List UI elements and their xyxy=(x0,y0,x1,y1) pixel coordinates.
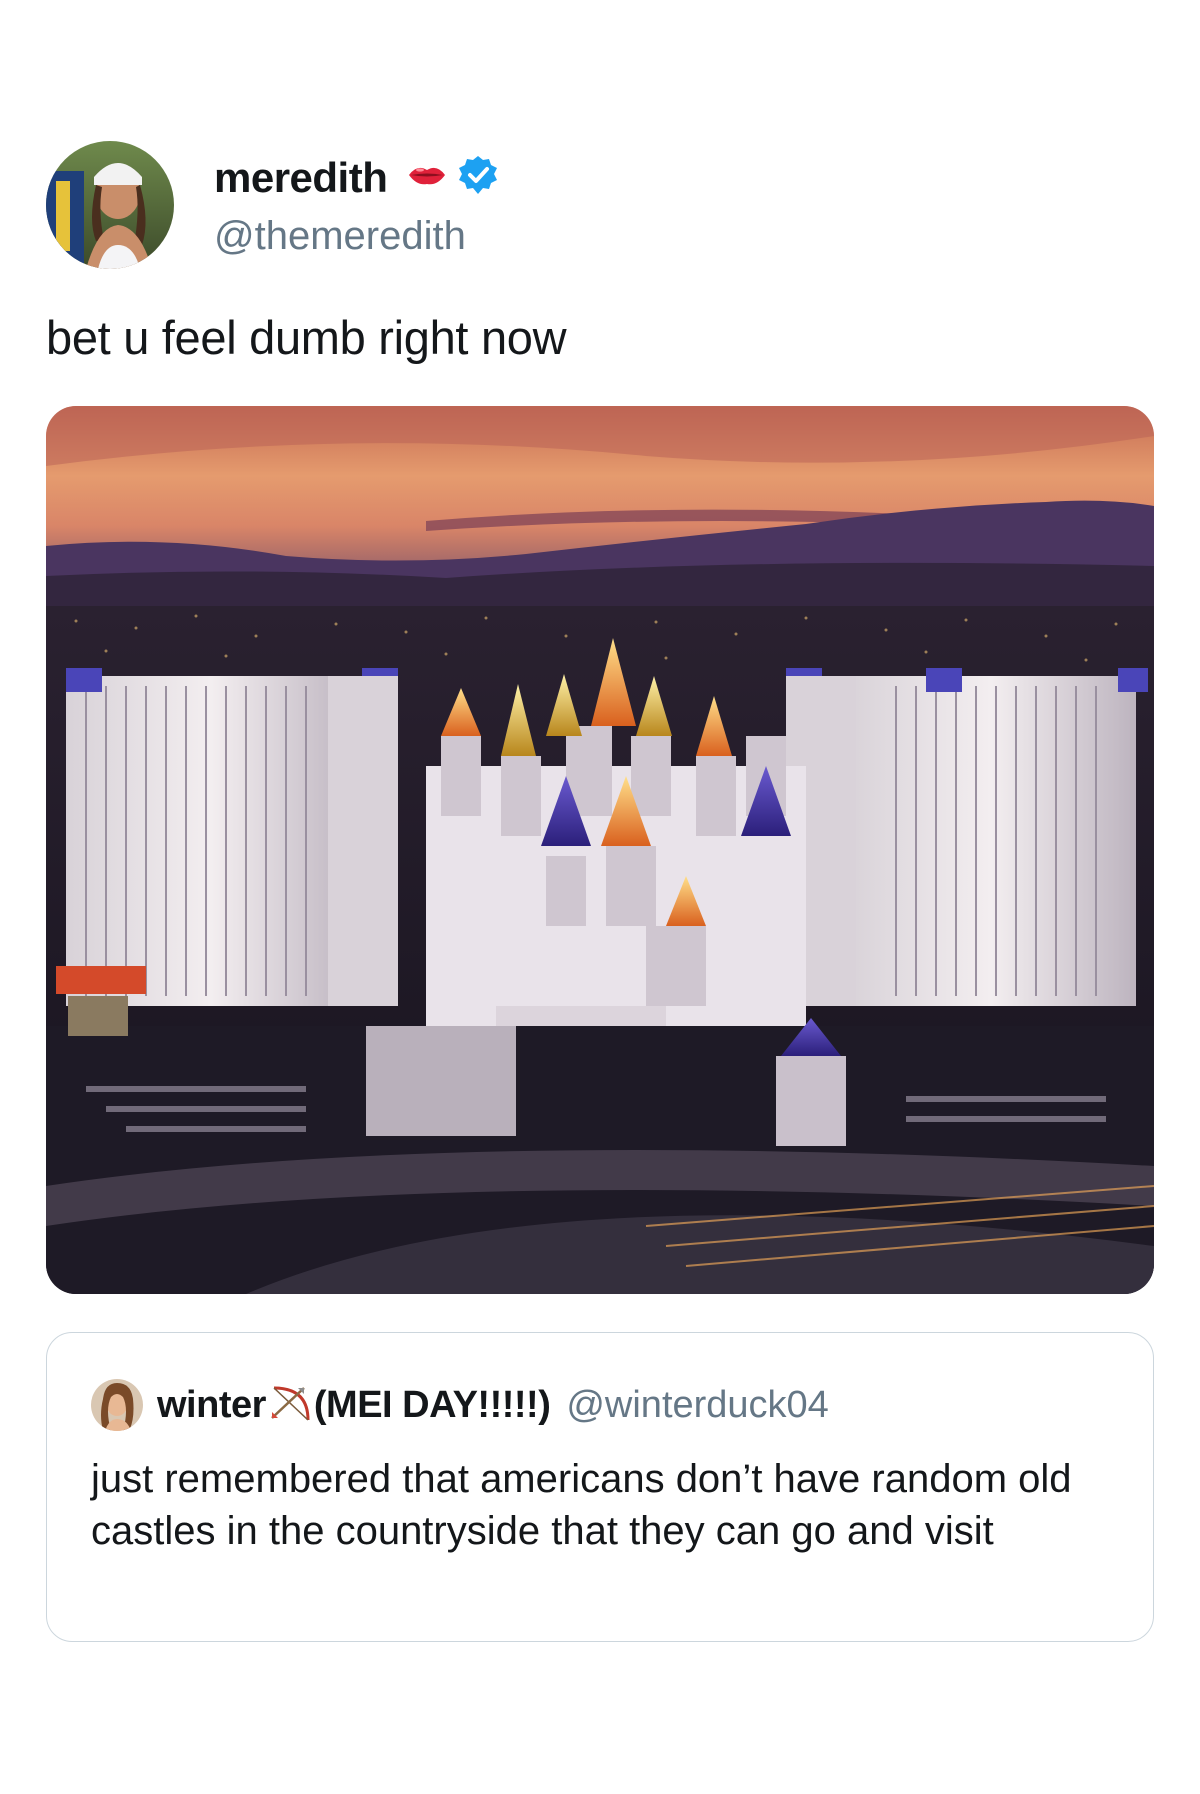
tweet-text: bet u feel dumb right now xyxy=(46,311,567,364)
author-name-row: meredith xyxy=(214,152,499,204)
quoted-author-handle[interactable]: @winterduck04 xyxy=(566,1384,828,1427)
lips-icon xyxy=(407,162,447,193)
tweet-header: meredith @themeredith xyxy=(46,140,1154,270)
quoted-author-avatar[interactable] xyxy=(91,1379,143,1431)
author-avatar[interactable] xyxy=(46,141,174,269)
bow-and-arrow-icon xyxy=(268,1382,312,1429)
quoted-tweet-text: just remembered that americans don’t hav… xyxy=(91,1457,1072,1553)
author-display-name[interactable]: meredith xyxy=(214,154,388,202)
quoted-tweet-header: winter (MEI DAY!!!!!) @winterduck04 xyxy=(91,1377,829,1433)
author-handle[interactable]: @themeredith xyxy=(214,214,499,259)
tweet-photo[interactable] xyxy=(46,406,1154,1294)
author-names: meredith @themeredith xyxy=(214,152,499,259)
quoted-author-display-name-part1[interactable]: winter xyxy=(157,1384,266,1427)
tweet: meredith @themeredith bet u feel dumb ri… xyxy=(46,140,1154,1642)
castle-photo-icon xyxy=(46,406,1154,1294)
quoted-author-display-name-part2[interactable]: (MEI DAY!!!!!) xyxy=(314,1384,551,1427)
verified-badge-icon xyxy=(457,154,499,201)
quoted-tweet[interactable]: winter (MEI DAY!!!!!) @winterduck04 just… xyxy=(46,1332,1154,1642)
